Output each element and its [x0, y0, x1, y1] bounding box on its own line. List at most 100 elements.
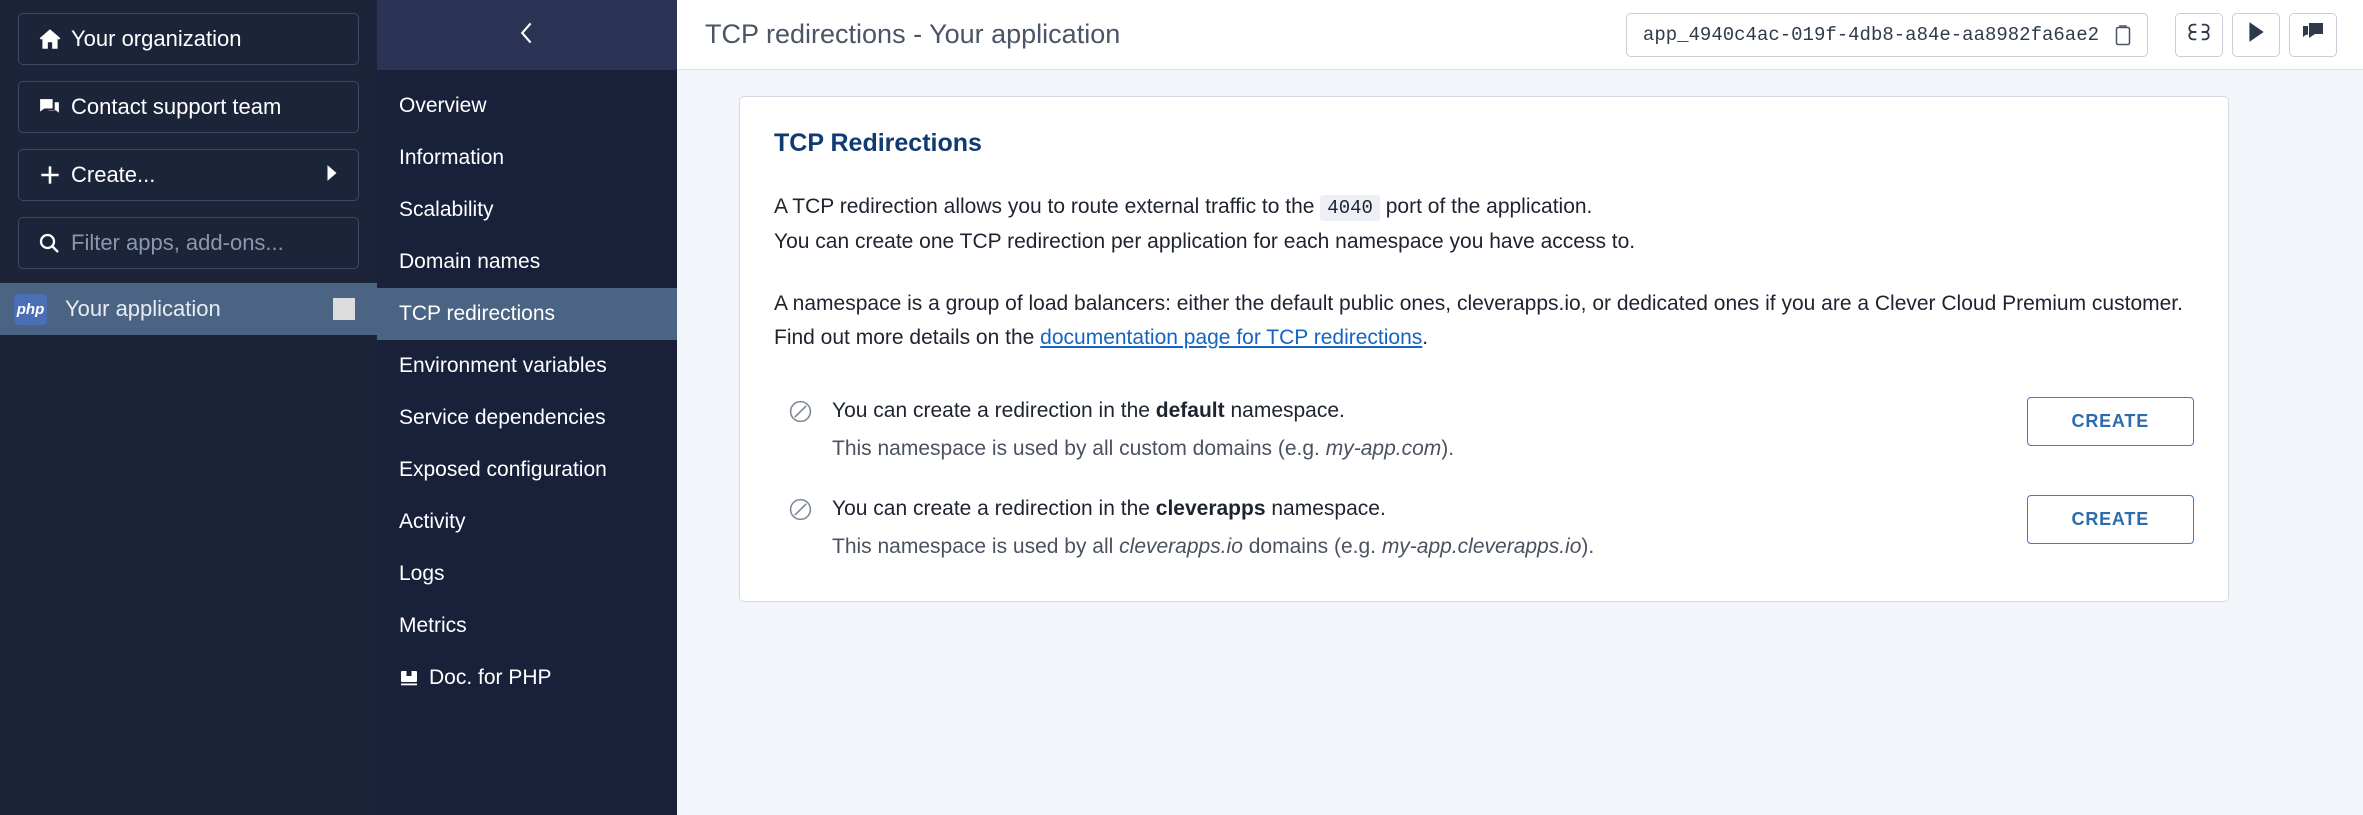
collapse-sidebar-button[interactable] — [377, 0, 677, 70]
ns0-l2post: ). — [1441, 437, 1454, 460]
p4-post: . — [1422, 326, 1428, 349]
ns1-example: my-app.cleverapps.io — [1382, 535, 1582, 558]
organization-sidebar: Your organization Contact support team C… — [0, 0, 377, 815]
create-redirection-cleverapps-button[interactable]: CREATE — [2027, 495, 2194, 544]
namespace-row-default: You can create a redirection in the defa… — [774, 389, 2194, 471]
description-paragraph-3: A namespace is a group of load balancers… — [774, 287, 2194, 321]
organization-label: Your organization — [71, 26, 340, 52]
contact-support-button[interactable]: Contact support team — [18, 81, 359, 133]
description-paragraph-2: You can create one TCP redirection per a… — [774, 225, 2194, 259]
app-status-square-icon — [333, 298, 355, 320]
nav-label: Environment variables — [399, 354, 607, 378]
nav-label: Activity — [399, 510, 466, 534]
create-button[interactable]: Create... — [18, 149, 359, 201]
plus-icon — [37, 162, 71, 188]
nav-label: Metrics — [399, 614, 467, 638]
chevron-left-icon — [517, 21, 537, 50]
ns0-name: default — [1156, 399, 1225, 422]
link-icon — [2187, 23, 2211, 46]
nav-item-domain-names[interactable]: Domain names — [377, 236, 677, 288]
ns0-pre: You can create a redirection in the — [832, 399, 1150, 422]
contact-support-label: Contact support team — [71, 94, 340, 120]
topbar: TCP redirections - Your application app_… — [677, 0, 2363, 70]
port-code: 4040 — [1320, 195, 1380, 221]
php-badge-icon: php — [14, 294, 47, 325]
search-input[interactable] — [71, 230, 340, 256]
nav-item-information[interactable]: Information — [377, 132, 677, 184]
p1-post: port of the application. — [1386, 195, 1593, 218]
nav-label: Logs — [399, 562, 445, 586]
ns0-post: namespace. — [1230, 399, 1344, 422]
caret-right-icon — [324, 162, 340, 188]
app-id-value: app_4940c4ac-019f-4db8-a84e-aa8982fa6ae2 — [1643, 24, 2099, 46]
app-id-field[interactable]: app_4940c4ac-019f-4db8-a84e-aa8982fa6ae2 — [1626, 13, 2148, 57]
nav-item-exposed-configuration[interactable]: Exposed configuration — [377, 444, 677, 496]
page-title: TCP redirections - Your application — [705, 19, 1626, 50]
nav-label: Doc. for PHP — [429, 666, 552, 690]
chat-icon — [2301, 21, 2325, 48]
nav-list: Overview Information Scalability Domain … — [377, 70, 677, 704]
nav-item-overview[interactable]: Overview — [377, 80, 677, 132]
nav-label: Service dependencies — [399, 406, 606, 430]
namespace-list: You can create a redirection in the defa… — [774, 389, 2194, 569]
app-item-label: Your application — [65, 296, 333, 322]
p1-pre: A TCP redirection allows you to route ex… — [774, 195, 1314, 218]
namespace-line1: You can create a redirection in the defa… — [832, 395, 2027, 427]
ns0-example: my-app.com — [1326, 437, 1442, 460]
filter-apps-search[interactable] — [18, 217, 359, 269]
nav-item-metrics[interactable]: Metrics — [377, 600, 677, 652]
nav-label: Overview — [399, 94, 487, 118]
nav-label: Exposed configuration — [399, 458, 607, 482]
home-icon — [37, 26, 71, 52]
namespace-text-cleverapps: You can create a redirection in the clev… — [832, 493, 2027, 563]
nav-label: Scalability — [399, 198, 494, 222]
chat-icon — [37, 95, 71, 120]
tcp-redirections-card: TCP Redirections A TCP redirection allow… — [739, 96, 2229, 602]
ns1-pre: You can create a redirection in the — [832, 497, 1150, 520]
namespace-text-default: You can create a redirection in the defa… — [832, 395, 2027, 465]
search-icon — [37, 231, 71, 255]
ns1-l2pre: This namespace is used by all — [832, 535, 1113, 558]
namespace-row-cleverapps: You can create a redirection in the clev… — [774, 487, 2194, 569]
application-nav-sidebar: Overview Information Scalability Domain … — [377, 0, 677, 815]
nav-item-environment-variables[interactable]: Environment variables — [377, 340, 677, 392]
organization-button[interactable]: Your organization — [18, 13, 359, 65]
documentation-link[interactable]: documentation page for TCP redirections — [1040, 326, 1422, 349]
ns1-l2post: ). — [1581, 535, 1594, 558]
ns0-l2pre: This namespace is used by all custom dom… — [832, 437, 1320, 460]
nav-item-scalability[interactable]: Scalability — [377, 184, 677, 236]
circle-slash-icon — [788, 395, 832, 429]
ns1-domain: cleverapps.io — [1119, 535, 1243, 558]
main-area: TCP redirections - Your application app_… — [677, 0, 2363, 815]
description-paragraph-1: A TCP redirection allows you to route ex… — [774, 190, 2194, 225]
ns1-l2mid: domains (e.g. — [1249, 535, 1376, 558]
link-icon-button[interactable] — [2175, 13, 2223, 57]
ns1-post: namespace. — [1271, 497, 1385, 520]
nav-item-logs[interactable]: Logs — [377, 548, 677, 600]
play-icon-button[interactable] — [2232, 13, 2280, 57]
create-label: Create... — [71, 162, 324, 188]
namespace-line2: This namespace is used by all custom dom… — [832, 433, 2027, 465]
play-icon — [2246, 21, 2266, 48]
nav-item-service-dependencies[interactable]: Service dependencies — [377, 392, 677, 444]
chat-icon-button[interactable] — [2289, 13, 2337, 57]
circle-slash-icon — [788, 493, 832, 527]
app-root: Your organization Contact support team C… — [0, 0, 2363, 815]
nav-item-doc-for-php[interactable]: Doc. for PHP — [377, 652, 677, 704]
description-paragraph-4: Find out more details on the documentati… — [774, 321, 2194, 355]
book-icon — [399, 668, 419, 688]
nav-label: TCP redirections — [399, 302, 555, 326]
nav-item-activity[interactable]: Activity — [377, 496, 677, 548]
create-redirection-default-button[interactable]: CREATE — [2027, 397, 2194, 446]
nav-label: Information — [399, 146, 504, 170]
nav-item-tcp-redirections[interactable]: TCP redirections — [377, 288, 677, 340]
p4-pre: Find out more details on the — [774, 326, 1034, 349]
card-title: TCP Redirections — [774, 129, 2194, 158]
ns1-name: cleverapps — [1156, 497, 1266, 520]
clipboard-icon[interactable] — [2113, 24, 2133, 46]
content-area: TCP Redirections A TCP redirection allow… — [677, 70, 2363, 815]
sidebar-item-your-application[interactable]: php Your application — [0, 283, 377, 335]
namespace-line2: This namespace is used by all cleverapps… — [832, 531, 2027, 563]
nav-label: Domain names — [399, 250, 540, 274]
namespace-line1: You can create a redirection in the clev… — [832, 493, 2027, 525]
